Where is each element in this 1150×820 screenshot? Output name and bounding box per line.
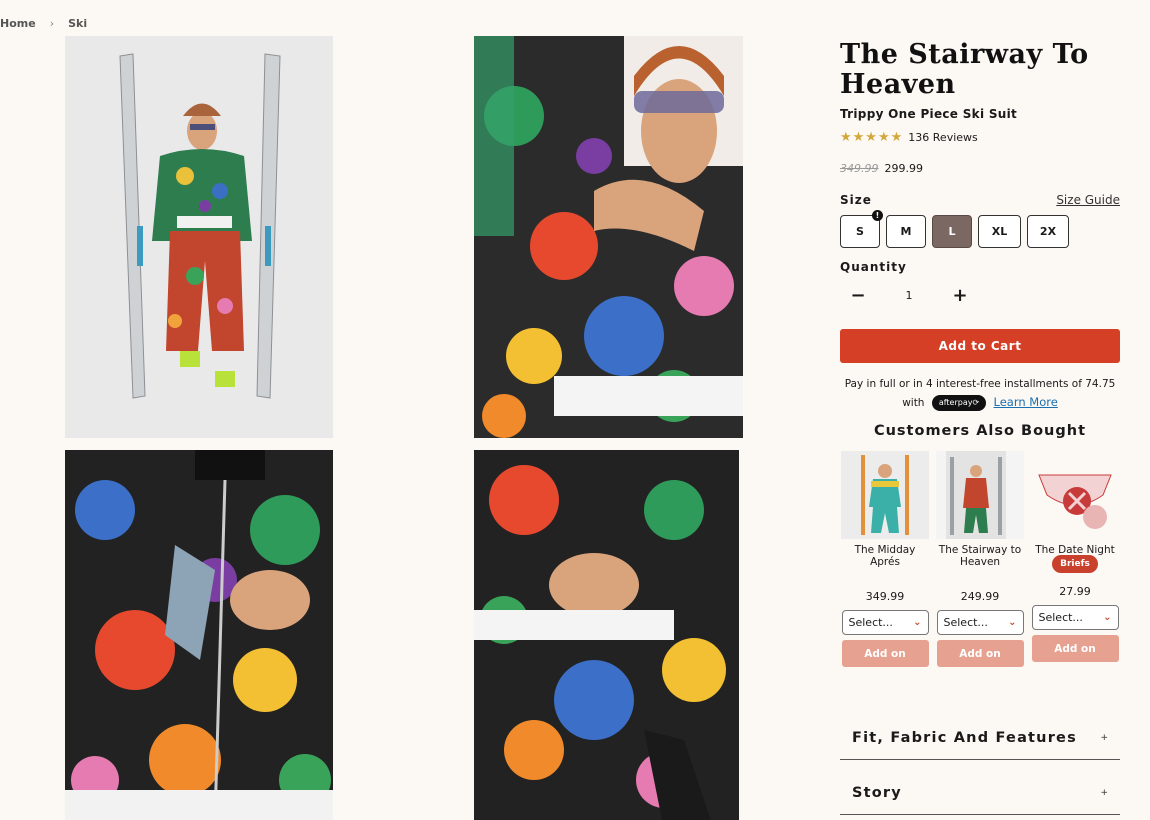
add-on-button[interactable]: Add on (841, 640, 929, 667)
afterpay-with: with (902, 397, 925, 409)
product-name[interactable]: The Stairway to Heaven (935, 544, 1025, 570)
chevron-down-icon: ⌄ (913, 617, 922, 628)
size-guide-link[interactable]: Size Guide (1056, 193, 1120, 207)
size-option-l[interactable]: L (932, 215, 972, 248)
breadcrumb-current[interactable]: Ski (68, 17, 87, 30)
add-on-button[interactable]: Add on (936, 640, 1024, 667)
price: 349.99 299.99 (840, 162, 1120, 175)
product-thumbnail[interactable] (1031, 451, 1119, 539)
variant-select-value: Select... (848, 616, 893, 629)
size-option-label: M (900, 225, 912, 238)
afterpay-text: Pay in full or in 4 interest-free instal… (844, 378, 1116, 390)
product-photo-upper-closeup[interactable] (474, 36, 743, 438)
breadcrumb: Home › Ski (0, 17, 87, 30)
star-rating-icon: ★★★★★ (840, 130, 904, 145)
afterpay-info: Pay in full or in 4 interest-free instal… (840, 375, 1120, 412)
variant-select-value: Select... (943, 616, 988, 629)
product-name[interactable]: The Midday Aprés (840, 544, 930, 570)
also-bought-heading: Customers Also Bought (873, 423, 1087, 439)
product-photo-chest-pocket[interactable] (65, 450, 333, 820)
increment-button[interactable]: + (942, 285, 978, 306)
product-photo-waist-pocket[interactable] (474, 450, 739, 820)
product-info-panel: The Stairway To Heaven Trippy One Piece … (840, 40, 1120, 667)
also-bought-item: The Midday Aprés 349.99 Select... ⌄ Add … (840, 451, 930, 667)
review-count[interactable]: 136 Reviews (908, 131, 977, 144)
product-photo-full-body[interactable] (65, 36, 333, 438)
rating[interactable]: ★★★★★ 136 Reviews (840, 130, 1120, 145)
afterpay-logo: afterpay⟳ (931, 395, 987, 411)
accordion-title: Story (852, 784, 902, 801)
variant-select[interactable]: Select... ⌄ (936, 610, 1024, 635)
learn-more-link[interactable]: Learn More (994, 395, 1058, 409)
add-to-cart-button[interactable]: Add to Cart (840, 329, 1120, 363)
also-bought-item: The Date Night Briefs 27.99 Select... ⌄ … (1030, 451, 1120, 667)
chevron-down-icon: ⌄ (1103, 612, 1112, 623)
breadcrumb-separator: › (49, 17, 55, 30)
product-price: 27.99 (1059, 585, 1091, 598)
size-option-m[interactable]: M (886, 215, 926, 248)
size-selector: S ! M L XL 2X (840, 210, 1120, 248)
plus-icon: + (1100, 732, 1108, 743)
quantity-stepper: − 1 + (840, 284, 1120, 306)
accordion-story[interactable]: Story + (840, 771, 1120, 815)
chevron-down-icon: ⌄ (1008, 617, 1017, 628)
old-price: 349.99 (840, 162, 879, 175)
product-price: 349.99 (865, 590, 905, 603)
product-thumbnail[interactable] (936, 451, 1024, 539)
plus-icon: + (1100, 787, 1108, 798)
accordion-title: Fit, Fabric And Features (852, 729, 1077, 746)
product-tag: Briefs (1052, 555, 1098, 573)
size-option-2x[interactable]: 2X (1027, 215, 1069, 248)
quantity-label: Quantity (840, 260, 907, 274)
size-option-xl[interactable]: XL (978, 215, 1021, 248)
breadcrumb-home[interactable]: Home (0, 17, 36, 30)
size-option-label: XL (991, 225, 1008, 238)
size-label: Size (840, 193, 872, 207)
variant-select[interactable]: Select... ⌄ (841, 610, 929, 635)
product-thumbnail[interactable] (841, 451, 929, 539)
accordion-fit-fabric[interactable]: Fit, Fabric And Features + (840, 716, 1120, 760)
size-option-label: L (948, 225, 956, 238)
product-price: 249.99 (960, 590, 1000, 603)
variant-select[interactable]: Select... ⌄ (1031, 605, 1119, 630)
decrement-button[interactable]: − (840, 285, 876, 306)
add-on-button[interactable]: Add on (1031, 635, 1119, 662)
size-option-label: S (856, 225, 864, 238)
also-bought-list: The Midday Aprés 349.99 Select... ⌄ Add … (840, 451, 1120, 667)
also-bought-item: The Stairway to Heaven 249.99 Select... … (935, 451, 1025, 667)
product-subtitle: Trippy One Piece Ski Suit (840, 107, 1018, 121)
current-price: 299.99 (884, 162, 924, 175)
variant-select-value: Select... (1038, 611, 1083, 624)
low-stock-badge: ! (872, 210, 883, 221)
quantity-input[interactable]: 1 (876, 289, 942, 302)
size-option-s[interactable]: S ! (840, 210, 883, 248)
size-option-label: 2X (1039, 225, 1057, 238)
product-title: The Stairway To Heaven (840, 39, 1089, 100)
